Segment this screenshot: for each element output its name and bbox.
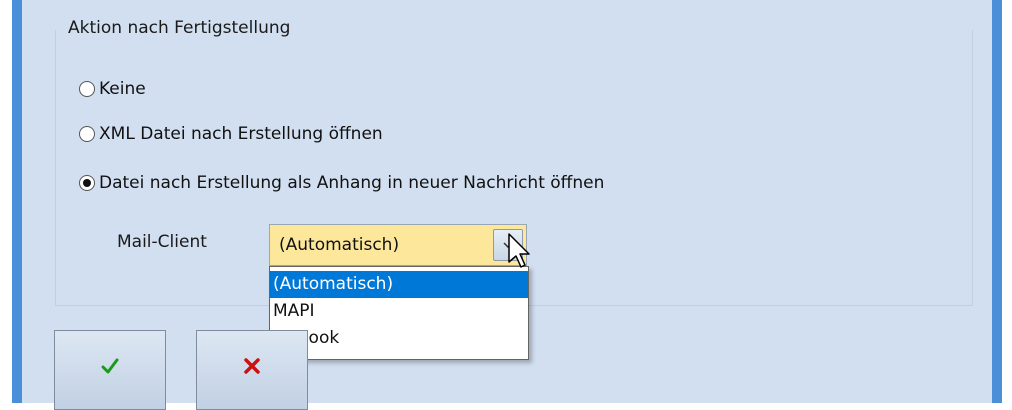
radio-circle[interactable] <box>79 81 95 97</box>
radio-label: Datei nach Erstellung als Anhang in neue… <box>99 173 605 193</box>
cross-icon <box>244 358 260 374</box>
radio-circle-selected[interactable] <box>79 175 95 191</box>
radio-keine[interactable]: Keine <box>79 79 146 99</box>
radio-anhang-nachricht[interactable]: Datei nach Erstellung als Anhang in neue… <box>79 173 604 193</box>
dropdown-button[interactable] <box>493 229 523 261</box>
radio-circle[interactable] <box>79 126 95 142</box>
mail-client-dropdown-list: (Automatisch) MAPI Outlook <box>269 266 529 360</box>
dropdown-option-automatisch[interactable]: (Automatisch) <box>270 271 528 298</box>
dropdown-option-outlook[interactable]: Outlook <box>270 325 528 352</box>
radio-label: XML Datei nach Erstellung öffnen <box>99 124 383 144</box>
dropdown-option-mapi[interactable]: MAPI <box>270 298 528 325</box>
radio-xml-oeffnen[interactable]: XML Datei nach Erstellung öffnen <box>79 124 383 144</box>
combobox-value: (Automatisch) <box>279 235 400 255</box>
mail-client-combobox[interactable]: (Automatisch) <box>269 224 527 266</box>
group-title: Aktion nach Fertigstellung <box>68 18 291 38</box>
cancel-button[interactable] <box>196 330 308 410</box>
mail-client-label: Mail-Client <box>117 232 207 252</box>
chevron-down-icon <box>503 242 513 248</box>
radio-label: Keine <box>99 79 146 99</box>
checkmark-icon <box>101 358 119 374</box>
ok-button[interactable] <box>54 330 166 410</box>
radio-dot <box>83 179 91 187</box>
